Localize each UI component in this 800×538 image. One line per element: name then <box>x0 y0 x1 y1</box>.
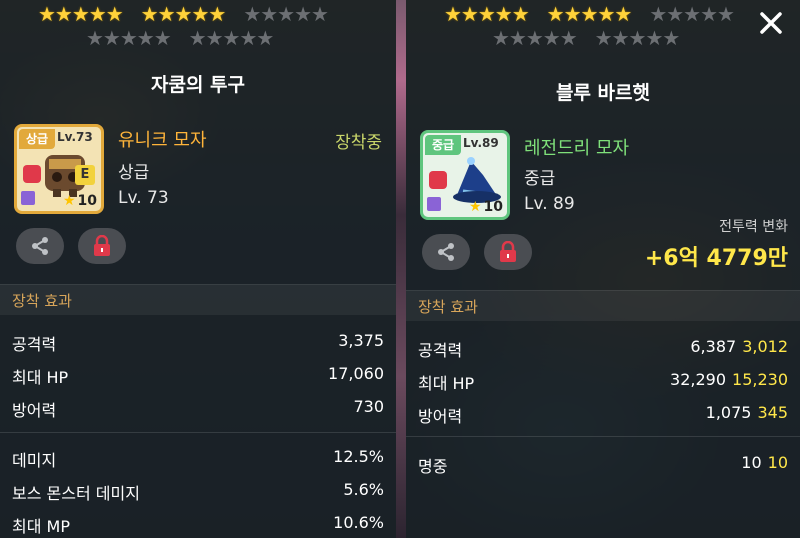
stat-label: 공격력 <box>418 341 463 360</box>
power-change-label: 전투력 변화 <box>719 219 788 235</box>
potential-icon <box>427 197 441 211</box>
star-force-row: ★★★★★ ★★★★★ ★★★★★ <box>444 2 735 26</box>
item-icon-frame[interactable]: 상급 Lv.73 E ★ 10 <box>14 124 104 214</box>
equip-effect-header: 장착 효과 <box>406 290 800 321</box>
stat-value: 6,387 3,012 <box>690 337 788 356</box>
star-icons-empty: ★★★★★ <box>86 26 172 50</box>
compare-item-panel: ★★★★★ ★★★★★ ★★★★★ ★★★★★ ★★★★★ 블루 바르햇 중급 … <box>406 0 800 538</box>
star-icons-filled: ★★★★★ <box>38 2 124 26</box>
star-force-row: ★★★★★ ★★★★★ <box>492 26 681 50</box>
grade-tag: 중급 <box>425 135 461 155</box>
star-icons-empty: ★★★★★ <box>594 26 681 50</box>
star-count: ★ 10 <box>468 199 503 215</box>
star-icons-filled: ★★★★★ <box>444 2 530 26</box>
stat-row: 공격력 6,387 3,012 <box>406 334 800 362</box>
lock-icon <box>23 165 41 183</box>
stat-label: 최대 HP <box>418 374 475 393</box>
star-force-row: ★★★★★ ★★★★★ <box>86 26 275 50</box>
divider <box>406 436 800 437</box>
stat-row: 공격력 3,375 <box>0 328 396 356</box>
stat-value: 730 <box>353 397 384 416</box>
stat-value: 1,075 345 <box>705 403 788 422</box>
stat-value: 12.5% <box>333 447 384 466</box>
equipped-label: 장착중 <box>335 133 382 153</box>
equipped-e-icon: E <box>75 165 95 185</box>
star-force-row: ★★★★★ ★★★★★ ★★★★★ <box>38 2 329 26</box>
lock-button[interactable] <box>78 228 126 264</box>
section-title: 장착 효과 <box>418 298 478 316</box>
panel-divider <box>396 0 406 538</box>
power-change-value: +6억 4779만 <box>644 246 788 271</box>
item-level: Lv. 73 <box>118 188 169 208</box>
stat-label: 보스 몬스터 데미지 <box>12 484 140 503</box>
stat-row: 명중 10 10 <box>406 450 800 478</box>
star-icons-filled: ★★★★★ <box>140 2 227 26</box>
stat-label: 데미지 <box>12 451 57 470</box>
star-icons-filled: ★★★★★ <box>546 2 633 26</box>
lock-icon <box>500 241 516 262</box>
item-grade: 상급 <box>118 163 150 183</box>
stat-label: 명중 <box>418 457 448 476</box>
stat-bonus: 345 <box>757 403 788 422</box>
star-count: ★ 10 <box>62 193 97 209</box>
equip-effect-header: 장착 효과 <box>0 284 396 315</box>
stat-row: 최대 HP 17,060 <box>0 361 396 389</box>
item-rarity-name: 레전드리 모자 <box>524 138 630 159</box>
stat-value: 17,060 <box>328 364 384 383</box>
star-icons-empty: ★★★★★ <box>649 2 735 26</box>
star-icons-empty: ★★★★★ <box>492 26 578 50</box>
lock-icon <box>429 171 447 189</box>
stat-label: 공격력 <box>12 335 57 354</box>
stat-bonus: 10 <box>767 453 788 472</box>
item-rarity-name: 유니크 모자 <box>118 130 207 151</box>
share-icon <box>438 243 454 261</box>
section-title: 장착 효과 <box>12 292 72 310</box>
stat-value: 10 10 <box>741 453 788 472</box>
grade-tag: 상급 <box>19 129 55 149</box>
stat-bonus: 15,230 <box>732 370 788 389</box>
potential-icon <box>21 191 35 205</box>
lock-button[interactable] <box>484 234 532 270</box>
stat-row: 보스 몬스터 데미지 5.6% <box>0 477 396 505</box>
stat-value: 5.6% <box>343 480 384 499</box>
level-tag: Lv.73 <box>57 130 93 144</box>
stat-row: 방어력 730 <box>0 394 396 422</box>
stat-label: 방어력 <box>418 407 463 426</box>
stat-value: 32,290 15,230 <box>670 370 788 389</box>
share-button[interactable] <box>16 228 64 264</box>
star-icons-empty: ★★★★★ <box>243 2 329 26</box>
stat-row: 최대 HP 32,290 15,230 <box>406 367 800 395</box>
star-icons-empty: ★★★★★ <box>188 26 275 50</box>
stat-value: 10.6% <box>333 513 384 532</box>
divider <box>0 432 396 433</box>
star-icon: ★ <box>468 199 482 215</box>
stat-label: 방어력 <box>12 401 57 420</box>
stat-row: 데미지 12.5% <box>0 444 396 472</box>
stat-row: 방어력 1,075 345 <box>406 400 800 428</box>
star-icon: ★ <box>62 193 76 209</box>
stat-bonus: 3,012 <box>742 337 788 356</box>
stat-value: 3,375 <box>338 331 384 350</box>
share-button[interactable] <box>422 234 470 270</box>
item-icon-frame[interactable]: 중급 Lv.89 ★ 10 <box>420 130 510 220</box>
item-title: 블루 바르햇 <box>555 82 650 104</box>
share-icon <box>32 237 48 255</box>
close-icon[interactable] <box>756 8 786 38</box>
item-title: 자쿰의 투구 <box>150 74 245 96</box>
level-tag: Lv.89 <box>463 136 499 150</box>
item-level: Lv. 89 <box>524 194 575 214</box>
current-item-panel: ★★★★★ ★★★★★ ★★★★★ ★★★★★ ★★★★★ 자쿰의 투구 상급 … <box>0 0 396 538</box>
blue-hat-icon <box>453 157 501 203</box>
item-grade: 중급 <box>524 169 556 189</box>
stat-row: 최대 MP 10.6% <box>0 510 396 538</box>
stat-label: 최대 HP <box>12 368 69 387</box>
lock-icon <box>94 235 110 256</box>
stat-label: 최대 MP <box>12 517 70 536</box>
